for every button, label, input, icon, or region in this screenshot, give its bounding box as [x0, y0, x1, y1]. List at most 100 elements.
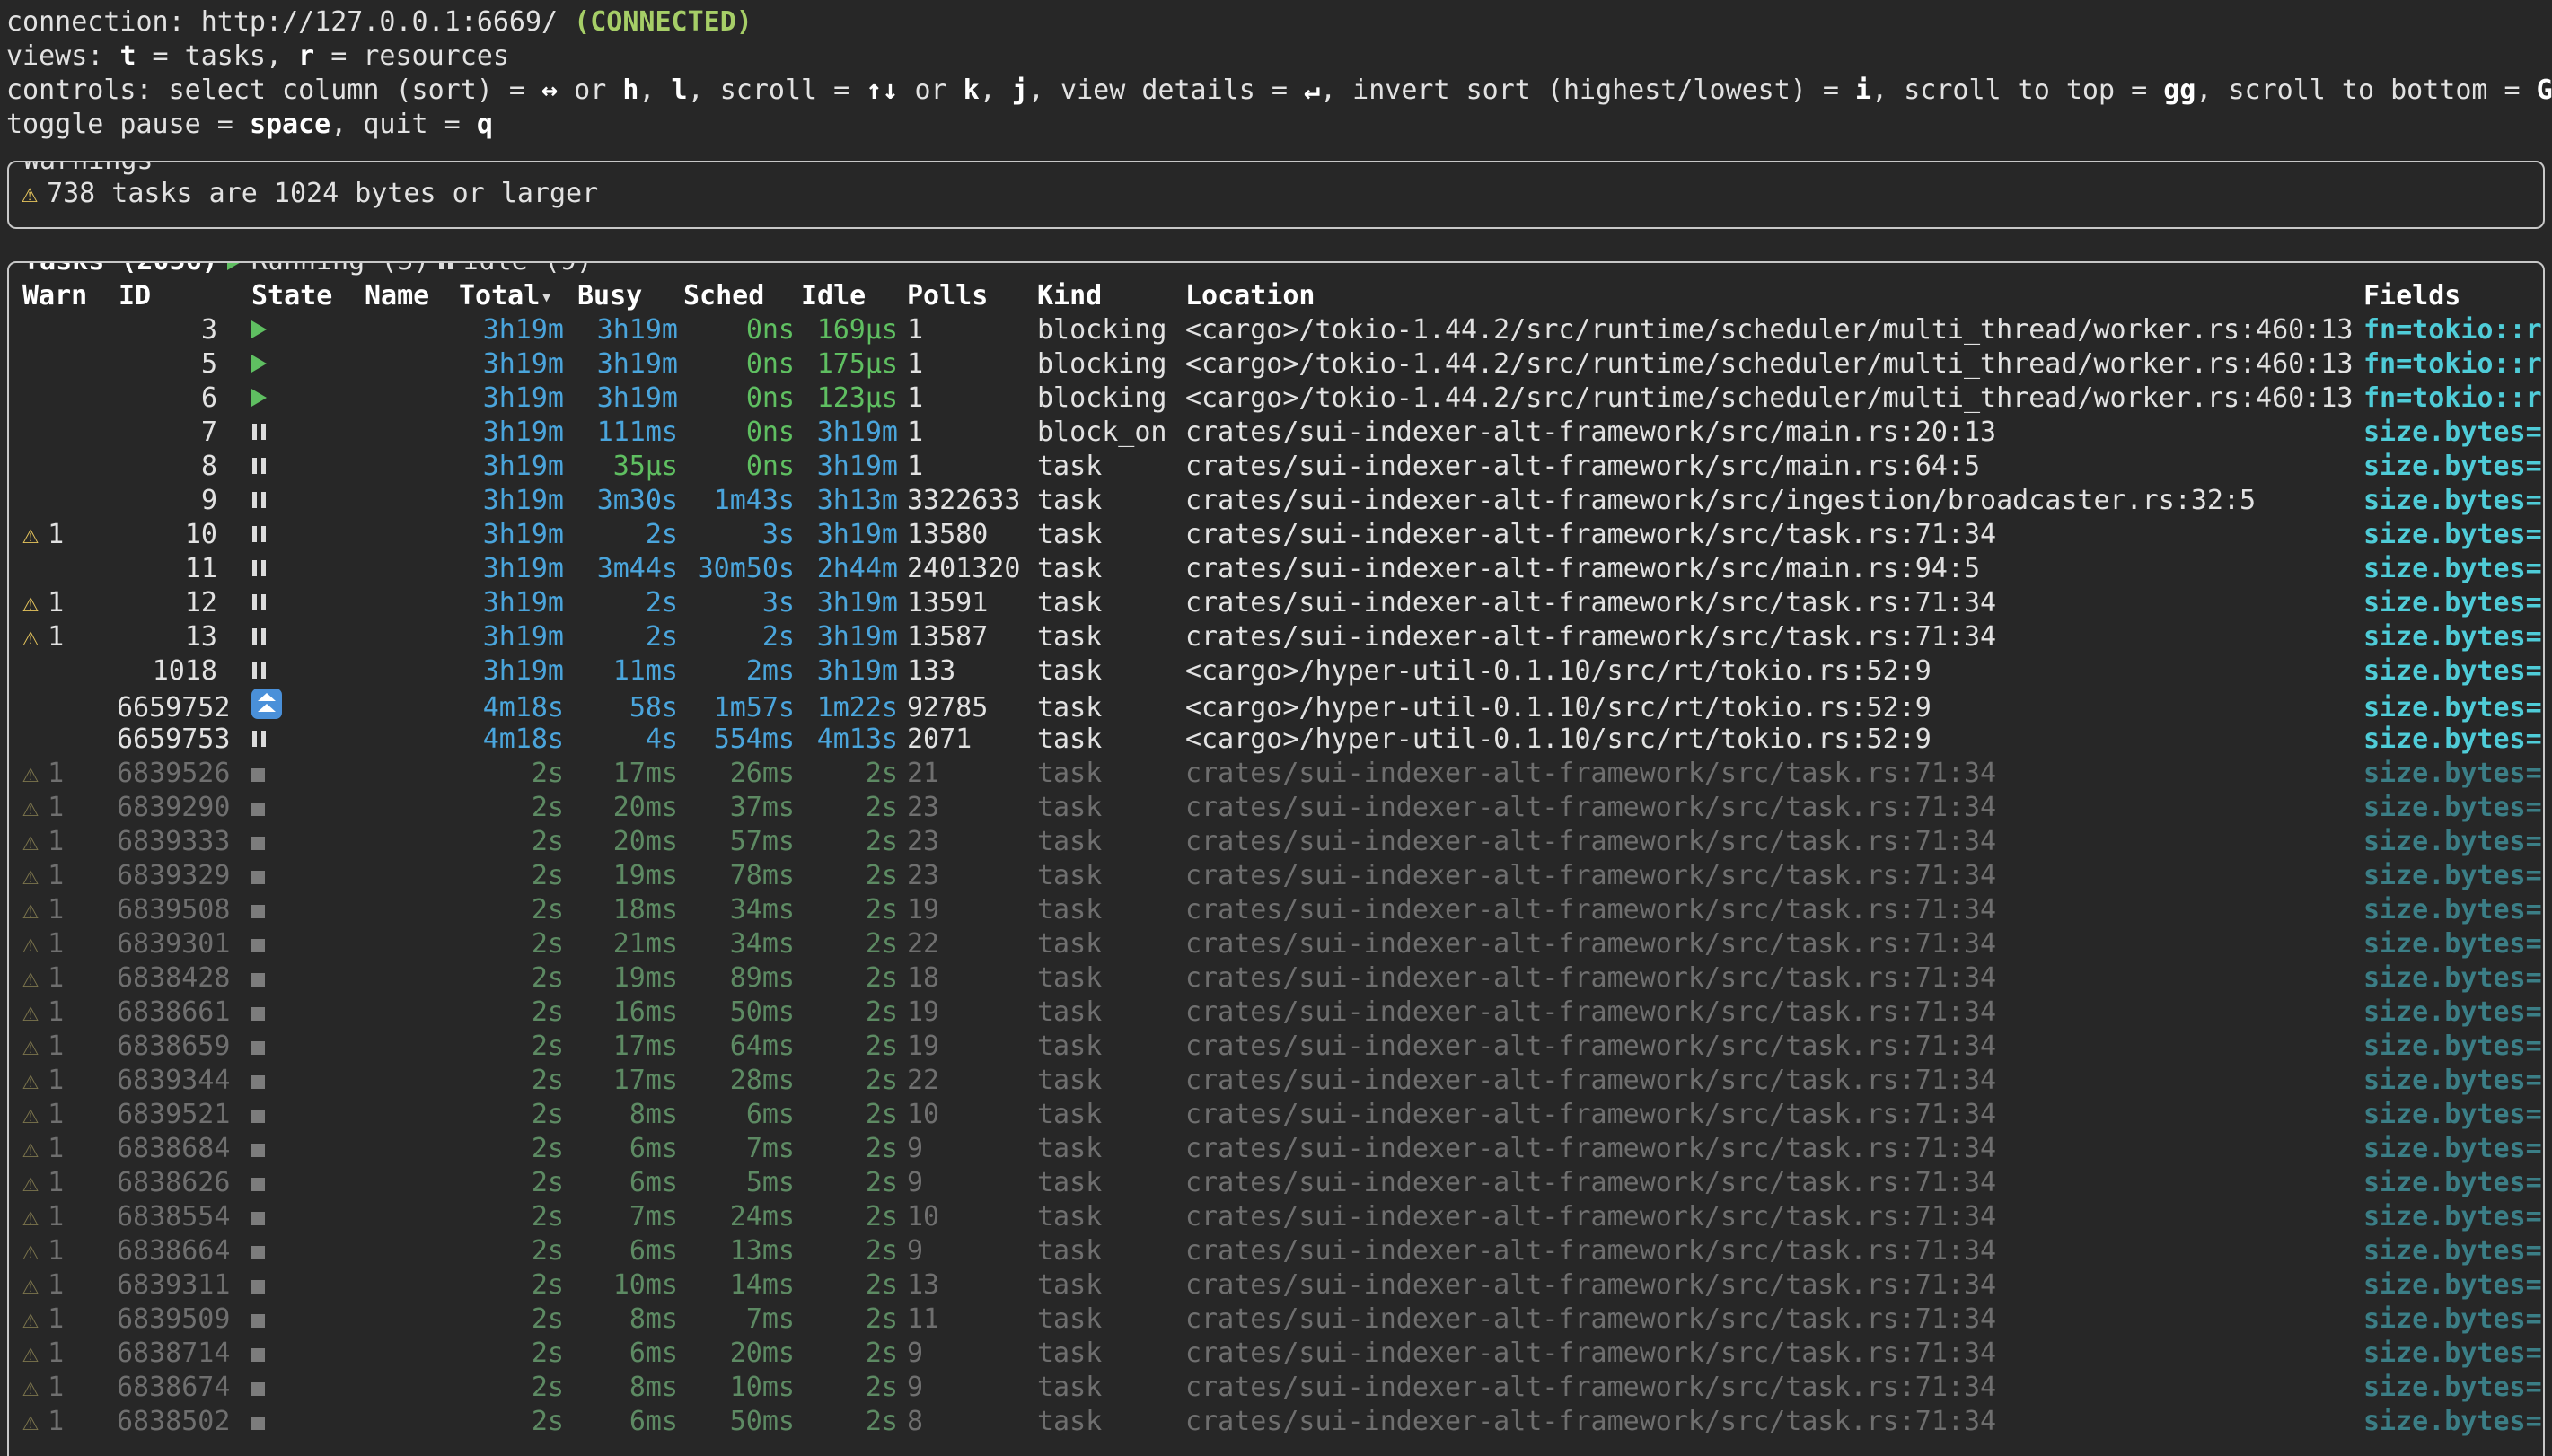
task-row[interactable]: ⚠168395092s8ms7ms2s11taskcrates/sui-inde… — [22, 1303, 2543, 1337]
task-total: 3h19m — [453, 347, 564, 382]
completed-state-icon — [251, 803, 265, 816]
task-row[interactable]: ⚠168392902s20ms37ms2s23taskcrates/sui-in… — [22, 791, 2543, 825]
task-row[interactable]: ⚠1103h19m2s3s3h19m13580taskcrates/sui-in… — [22, 518, 2543, 552]
column-header-kind[interactable]: Kind — [1033, 279, 1185, 313]
task-sched: 1m57s — [678, 691, 795, 725]
task-fields: size.bytes= — [2362, 484, 2545, 518]
column-header-warn[interactable]: Warn — [22, 279, 117, 313]
task-row[interactable]: ⚠168393292s19ms78ms2s23taskcrates/sui-in… — [22, 859, 2543, 893]
warning-icon: ⚠ — [22, 758, 39, 789]
idle-state-icon — [251, 491, 267, 509]
task-total: 2s — [453, 1234, 564, 1268]
column-header-fields[interactable]: Fields — [2362, 279, 2545, 313]
task-row[interactable]: 113h19m3m44s30m50s2h44m2401320taskcrates… — [22, 552, 2543, 586]
task-busy: 4s — [564, 723, 678, 757]
task-row[interactable]: ⚠168387142s6ms20ms2s9taskcrates/sui-inde… — [22, 1337, 2543, 1371]
column-header-name[interactable]: Name — [359, 279, 453, 313]
task-state — [217, 552, 359, 586]
task-sched: 0ns — [678, 347, 795, 382]
column-header-polls[interactable]: Polls — [898, 279, 1033, 313]
warning-count: 1 — [48, 1065, 64, 1096]
text-segment: = tasks, — [136, 40, 299, 72]
task-kind: task — [1033, 1405, 1185, 1439]
idle-state-icon — [251, 457, 267, 475]
task-total: 2s — [453, 1268, 564, 1303]
task-kind: task — [1033, 893, 1185, 927]
idle-state-icon — [251, 730, 267, 748]
warning-icon: ⚠ — [22, 962, 39, 994]
column-header-id[interactable]: ID — [117, 279, 217, 313]
task-row[interactable]: 83h19m35µs0ns3h19m1taskcrates/sui-indexe… — [22, 450, 2543, 484]
text-segment: G — [2537, 75, 2552, 106]
task-row[interactable]: 10183h19m11ms2ms3h19m133task<cargo>/hype… — [22, 654, 2543, 689]
task-row[interactable]: 66597534m18s4s554ms4m13s2071task<cargo>/… — [22, 723, 2543, 757]
task-row[interactable]: ⚠168386612s16ms50ms2s19taskcrates/sui-in… — [22, 996, 2543, 1030]
task-id: 6839344 — [117, 1064, 217, 1098]
task-id: 12 — [117, 586, 217, 620]
warning-icon: ⚠ — [22, 177, 38, 211]
task-polls: 1 — [898, 416, 1033, 450]
task-warn: ⚠1 — [22, 1030, 117, 1064]
column-header-idle[interactable]: Idle — [795, 279, 898, 313]
task-busy: 58s — [564, 691, 678, 725]
task-row[interactable]: 63h19m3h19m0ns123µs1blocking<cargo>/toki… — [22, 382, 2543, 416]
task-idle: 2s — [795, 1234, 898, 1268]
task-polls: 13580 — [898, 518, 1033, 552]
task-row[interactable]: ⚠168393112s10ms14ms2s13taskcrates/sui-in… — [22, 1268, 2543, 1303]
warning-count: 1 — [48, 962, 64, 994]
task-row[interactable]: ⚠168386262s6ms5ms2s9taskcrates/sui-index… — [22, 1166, 2543, 1200]
task-row[interactable]: ⚠168395082s18ms34ms2s19taskcrates/sui-in… — [22, 893, 2543, 927]
column-header-total[interactable]: Total▾ — [453, 279, 564, 313]
task-total: 3h19m — [453, 552, 564, 586]
task-row[interactable]: ⚠1123h19m2s3s3h19m13591taskcrates/sui-in… — [22, 586, 2543, 620]
task-busy: 18ms — [564, 893, 678, 927]
task-row[interactable]: ⚠168393442s17ms28ms2s22taskcrates/sui-in… — [22, 1064, 2543, 1098]
task-id: 7 — [117, 416, 217, 450]
task-state — [217, 1166, 359, 1200]
task-state — [217, 1337, 359, 1371]
task-row[interactable]: ⚠168384282s19ms89ms2s18taskcrates/sui-in… — [22, 961, 2543, 996]
sort-indicator: ▾ — [540, 284, 552, 309]
task-fields: size.bytes= — [2362, 1371, 2545, 1405]
task-idle: 2s — [795, 961, 898, 996]
text-segment: controls: select column (sort) = — [6, 75, 541, 106]
task-row[interactable]: ⚠1133h19m2s2s3h19m13587taskcrates/sui-in… — [22, 620, 2543, 654]
table-header-row: WarnIDStateNameTotal▾BusySchedIdlePollsK… — [22, 279, 2543, 313]
task-id: 6659753 — [117, 723, 217, 757]
task-state — [217, 1132, 359, 1166]
task-row[interactable]: ⚠168395262s17ms26ms2s21taskcrates/sui-in… — [22, 757, 2543, 791]
text-segment: , invert sort (highest/lowest) = — [1320, 75, 1855, 106]
task-row[interactable]: ⚠168385542s7ms24ms2s10taskcrates/sui-ind… — [22, 1200, 2543, 1234]
task-row[interactable]: ⚠168393332s20ms57ms2s23taskcrates/sui-in… — [22, 825, 2543, 859]
column-header-state[interactable]: State — [217, 279, 359, 313]
task-polls: 3322633 — [898, 484, 1033, 518]
task-row[interactable]: ⚠168386642s6ms13ms2s9taskcrates/sui-inde… — [22, 1234, 2543, 1268]
task-total: 2s — [453, 1371, 564, 1405]
task-sched: 0ns — [678, 313, 795, 347]
task-warn: ⚠1 — [22, 1098, 117, 1132]
task-row[interactable]: 33h19m3h19m0ns169µs1blocking<cargo>/toki… — [22, 313, 2543, 347]
task-row[interactable]: 53h19m3h19m0ns175µs1blocking<cargo>/toki… — [22, 347, 2543, 382]
task-row[interactable]: 66597524m18s58s1m57s1m22s92785task<cargo… — [22, 689, 2543, 723]
task-row[interactable]: ⚠168386842s6ms7ms2s9taskcrates/sui-index… — [22, 1132, 2543, 1166]
task-row[interactable]: 93h19m3m30s1m43s3h13m3322633taskcrates/s… — [22, 484, 2543, 518]
task-kind: blocking — [1033, 347, 1185, 382]
task-row[interactable]: ⚠168385022s6ms50ms2s8taskcrates/sui-inde… — [22, 1405, 2543, 1439]
column-header-sched[interactable]: Sched — [678, 279, 795, 313]
column-header-busy[interactable]: Busy — [564, 279, 678, 313]
completed-state-icon — [251, 837, 265, 850]
task-row[interactable]: 73h19m111ms0ns3h19m1block_oncrates/sui-i… — [22, 416, 2543, 450]
task-sched: 89ms — [678, 961, 795, 996]
completed-state-icon — [251, 905, 265, 918]
task-row[interactable]: ⚠168386592s17ms64ms2s19taskcrates/sui-in… — [22, 1030, 2543, 1064]
column-header-location[interactable]: Location — [1185, 279, 2362, 313]
header-info: connection: http://127.0.0.1:6669/ (CONN… — [0, 5, 2552, 142]
task-sched: 50ms — [678, 996, 795, 1030]
task-row[interactable]: ⚠168395212s8ms6ms2s10taskcrates/sui-inde… — [22, 1098, 2543, 1132]
task-row[interactable]: ⚠168386742s8ms10ms2s9taskcrates/sui-inde… — [22, 1371, 2543, 1405]
task-idle: 2s — [795, 757, 898, 791]
task-sched: 14ms — [678, 1268, 795, 1303]
task-kind: task — [1033, 859, 1185, 893]
task-warn: ⚠1 — [22, 927, 117, 961]
task-row[interactable]: ⚠168393012s21ms34ms2s22taskcrates/sui-in… — [22, 927, 2543, 961]
